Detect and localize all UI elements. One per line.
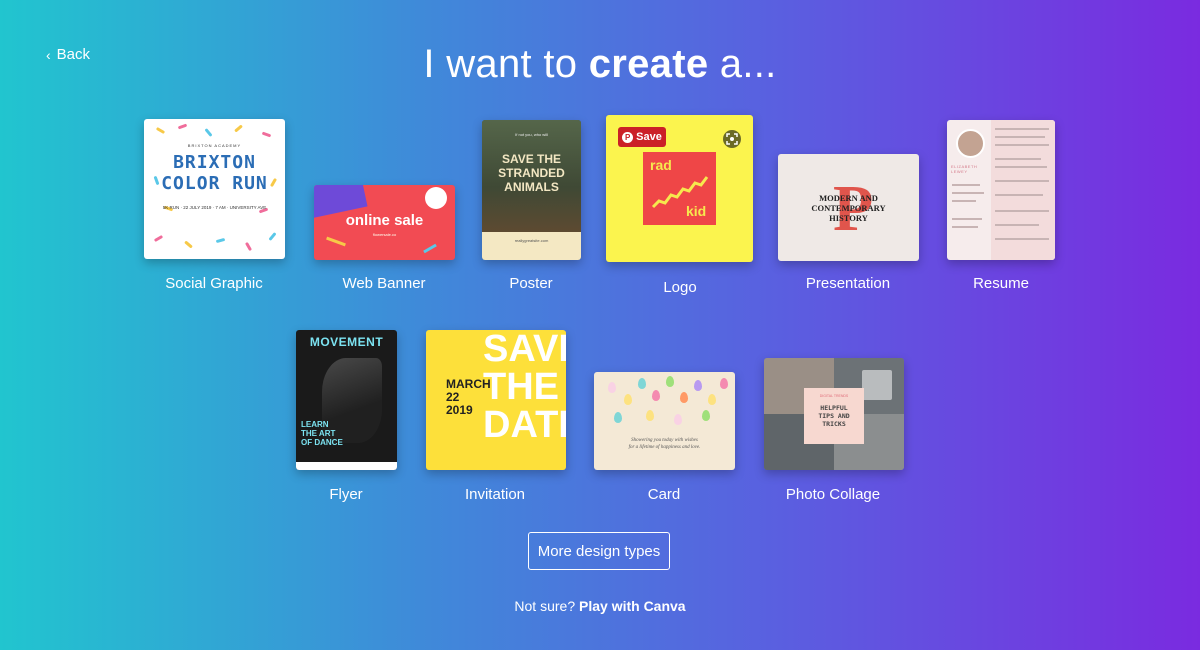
invite-big-text: SAVETHEDATE	[483, 330, 566, 446]
page-title: I want to create a...	[0, 42, 1200, 87]
resume-avatar	[956, 129, 985, 158]
social-title: BRIXTON COLOR RUN	[161, 152, 268, 194]
banner-squiggle	[423, 243, 437, 254]
footer-prompt: Not sure? Play with Canva	[0, 598, 1200, 614]
logo-thumbnail[interactable]: rad kid P Save	[606, 115, 753, 262]
card-text: Showering you today with wishes for a lif…	[628, 438, 701, 450]
play-with-canva-link[interactable]: Play with Canva	[579, 598, 686, 614]
poster-thumbnail[interactable]: If not you, who will SAVE THE STRANDED ANI…	[482, 120, 581, 260]
footer-prefix: Not sure?	[514, 598, 579, 614]
social-details: 5K RUN · 22 JULY 2019 · 7 AM · UNIVERSIT…	[162, 205, 267, 210]
flyer-body: LEARN THE ART OF DANCE	[301, 420, 343, 447]
web-banner-thumbnail[interactable]: online sale flowersale.co	[314, 185, 455, 260]
title-bold: create	[588, 42, 709, 86]
social-graphic-thumbnail[interactable]: BRIXTON ACADEMY BRIXTON COLOR RUN 5K RUN …	[144, 119, 285, 259]
invite-date: MARCH 22 2019	[446, 377, 491, 417]
logo-word-rad: rad	[650, 157, 672, 173]
invitation-thumbnail[interactable]: SAVETHEDATE MARCH222019	[426, 330, 566, 470]
banner-title: online sale	[345, 212, 424, 229]
title-suffix: a...	[708, 42, 777, 86]
title-prefix: I want to	[423, 42, 589, 86]
banner-circle	[425, 187, 447, 209]
poster-footer: reallygreatsite.com	[482, 232, 581, 260]
scan-glyph	[726, 133, 738, 145]
social-kicker: BRIXTON ACADEMY	[187, 143, 242, 148]
poster-kicker: If not you, who will	[515, 132, 548, 137]
resume-label[interactable]: Resume	[901, 275, 1101, 292]
pinterest-save-button[interactable]: P Save	[618, 127, 666, 147]
banner-squiggle	[326, 236, 346, 247]
flyer-thumbnail[interactable]: MOVEMENT LEARN THE ART OF DANCE	[296, 330, 397, 470]
poster-title: SAVE THE STRANDED ANIMALS	[498, 152, 565, 194]
flyer-footer-strip	[296, 462, 397, 470]
pinterest-icon: P	[622, 131, 634, 143]
resume-thumbnail[interactable]: ELIZABETH LEWEY	[947, 120, 1055, 260]
more-design-types-button[interactable]: More design types	[528, 532, 670, 570]
presentation-thumbnail[interactable]: P MODERN AND CONTEMPORARY HISTORY	[778, 154, 919, 261]
logo-word-kid: kid	[686, 203, 707, 219]
photo-collage-label[interactable]: Photo Collage	[733, 486, 933, 503]
collage-text-box: DIGITAL TRENDS HELPFUL TIPS AND TRICKS	[804, 388, 864, 444]
flyer-title: MOVEMENT	[309, 335, 384, 349]
pres-title: MODERN AND CONTEMPORARY HISTORY	[811, 193, 886, 223]
photo-collage-thumbnail[interactable]: DIGITAL TRENDS HELPFUL TIPS AND TRICKS	[764, 358, 904, 470]
card-thumbnail[interactable]: Showering you today with wishes for a lif…	[594, 372, 735, 470]
pin-save-label: Save	[636, 131, 662, 143]
banner-subtitle: flowersale.co	[372, 232, 397, 237]
resume-name: ELIZABETH LEWEY	[951, 164, 978, 174]
visual-search-icon[interactable]	[723, 130, 741, 148]
